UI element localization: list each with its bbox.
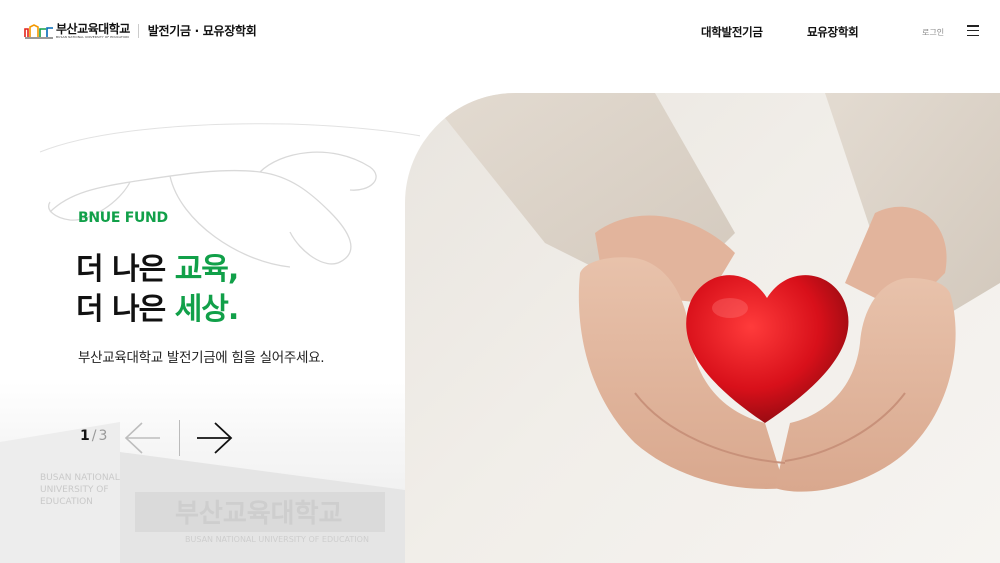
logo-divider [137,23,139,38]
headline-line1-plain: 더 나은 [76,252,175,287]
svg-text:BUSAN NATIONAL: BUSAN NATIONAL [40,473,120,483]
logo-mark-icon [24,23,53,38]
headline-line2-accent: 세상. [174,292,240,327]
svg-text:부산교육대학교: 부산교육대학교 [175,499,342,529]
logo-name: 부산교육대학교 [56,21,130,36]
login-link[interactable]: 로그인 [922,27,944,38]
slide-current: 1 [80,428,90,444]
arrow-left-icon[interactable] [124,421,162,455]
arrow-right-icon[interactable] [195,421,233,455]
hero-subline: 부산교육대학교 발전기금에 힘을 실어주세요. [78,350,325,366]
campus-building-graphic: BUSAN NATIONAL UNIVERSITY OF EDUCATION 부… [0,382,420,563]
hands-holding-heart-image [425,93,1000,492]
site-name: 발전기금 · 묘유장학회 [147,24,257,38]
arrow-divider [179,420,180,456]
svg-text:BUSAN NATIONAL UNIVERSITY OF E: BUSAN NATIONAL UNIVERSITY OF EDUCATION [185,535,369,544]
hero-eyebrow: BNUE FUND [78,210,168,226]
slide-separator: / [91,428,97,444]
logo-subtitle: BUSAN NATIONAL UNIVERSITY OF EDUCATION [56,34,129,39]
nav-scholarship[interactable]: 묘유장학회 [807,24,859,40]
site-header: 부산교육대학교 BUSAN NATIONAL UNIVERSITY OF EDU… [0,0,1000,62]
nav-development-fund[interactable]: 대학발전기금 [701,24,763,40]
hero-headline: 더 나은 교육, 더 나은 세상. [76,250,240,330]
hero-photo [405,93,1000,563]
svg-text:EDUCATION: EDUCATION [40,497,93,507]
university-logo[interactable]: 부산교육대학교 BUSAN NATIONAL UNIVERSITY OF EDU… [24,21,257,39]
svg-text:UNIVERSITY OF: UNIVERSITY OF [40,485,109,495]
slide-total: 3 [98,428,108,444]
hamburger-icon[interactable] [967,25,979,36]
headline-line2-plain: 더 나은 [76,292,175,327]
slide-counter: 1 / 3 [80,428,107,444]
headline-line1-accent: 교육, [174,252,240,287]
